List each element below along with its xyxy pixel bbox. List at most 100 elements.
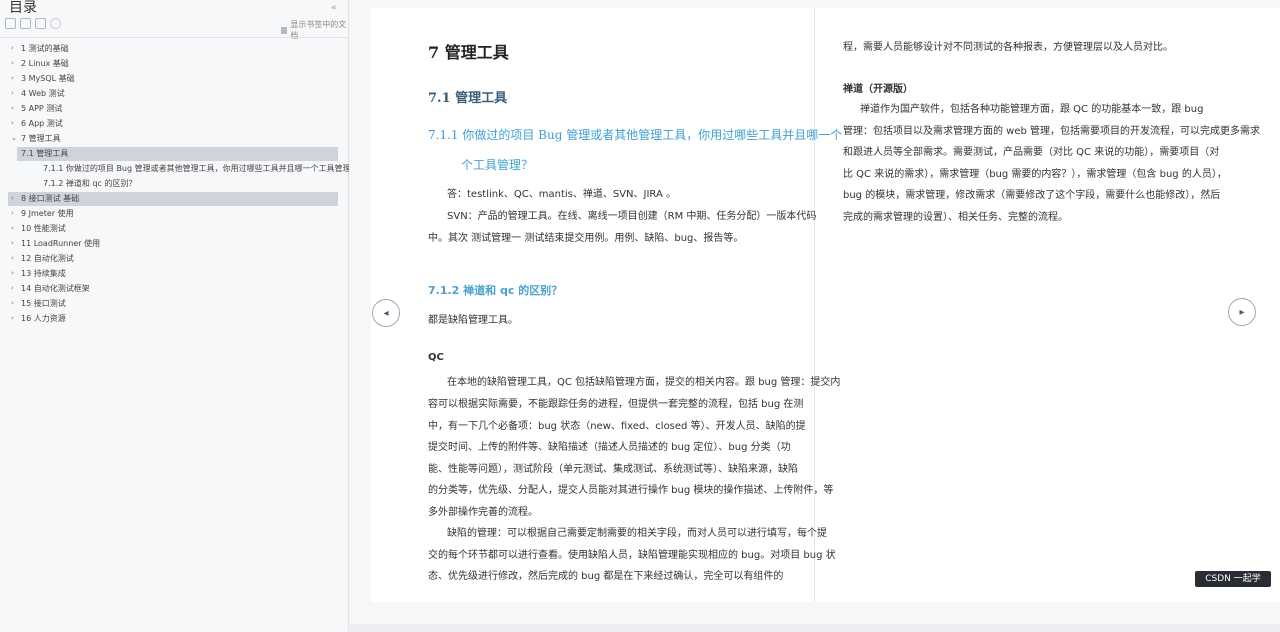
- app-window: 目录 « 显示书签中的文档 › 1 测试的基础 › 2 Linux 基础 › 3 My…: [0, 0, 1280, 632]
- chevron-right-icon[interactable]: ›: [11, 101, 14, 116]
- paragraph-line: 中，有一下几个必备项：bug 状态（new、fixed、closed 等）、开发…: [428, 421, 806, 432]
- toc-item[interactable]: › 12 自动化测试: [0, 251, 349, 266]
- chevron-right-icon[interactable]: ›: [11, 41, 14, 56]
- collapse-all-icon[interactable]: [20, 18, 31, 29]
- chevron-right-icon[interactable]: ›: [11, 56, 14, 71]
- paragraph-line: 容可以根据实际需要，不能跟踪任务的进程，但提供一套完整的流程，包括 bug 在测: [428, 399, 804, 410]
- toc-toolbar: [5, 18, 61, 32]
- settings-icon[interactable]: [50, 18, 61, 29]
- paragraph-line: 交的每个环节都可以进行查看。使用缺陷人员，缺陷管理能实现相应的 bug。对项目 …: [428, 550, 836, 561]
- toc-item[interactable]: › 4 Web 测试: [0, 86, 349, 101]
- toc-item-selected[interactable]: › 8 接口测试 基础: [0, 191, 349, 206]
- toc-item-label: 13 持续集成: [21, 269, 66, 278]
- toc-item-label: 7.1.2 禅道和 qc 的区别？: [43, 179, 137, 188]
- toc-item[interactable]: › 10 性能测试: [0, 221, 349, 236]
- question-heading-line1: 7.1.1 你做过的项目 Bug 管理或者其他管理工具，你用过哪些工具并且哪一个: [428, 128, 843, 142]
- toc-sidebar: 目录 « 显示书签中的文档 › 1 测试的基础 › 2 Linux 基础 › 3 My…: [0, 0, 349, 632]
- paragraph-line: 缺陷的管理：可以根据自己需要定制需要的相关字段，而对人员可以进行填写，每个提: [447, 528, 827, 539]
- chevron-right-icon[interactable]: ›: [11, 281, 14, 296]
- toc-item-label: 6 App 测试: [21, 119, 63, 128]
- chevron-right-icon[interactable]: ›: [11, 266, 14, 281]
- bookmark-icon[interactable]: [35, 18, 46, 29]
- answer-text: 答：testlink、QC、mantis、禅道、SVN、JIRA 。: [447, 189, 676, 200]
- document-page-right: [815, 8, 1280, 602]
- toc-item-label: 8 接口测试 基础: [21, 194, 80, 203]
- paragraph-line: 程，需要人员能够设计对不同测试的各种报表，方便管理层以及人员对比。: [843, 42, 1173, 53]
- toc-item[interactable]: › 9 Jmeter 使用: [0, 206, 349, 221]
- page-divider: [814, 8, 815, 602]
- toc-item[interactable]: › 2 Linux 基础: [0, 56, 349, 71]
- toc-item-label: 7.1 管理工具: [21, 149, 69, 158]
- toc-item-label: 7 管理工具: [21, 134, 61, 143]
- toc-item[interactable]: › 5 APP 测试: [0, 101, 349, 116]
- chevron-right-icon[interactable]: ›: [11, 236, 14, 251]
- answer-text: 中。其次 测试管理一 测试结束提交用例。用例、缺陷、bug、报告等。: [428, 233, 744, 244]
- paragraph-line: 态、优先级进行修改，然后完成的 bug 都是在下来经过确认，完全可以有组件的: [428, 571, 784, 582]
- toc-item[interactable]: › 6 App 测试: [0, 116, 349, 131]
- paragraph-line: 提交时间、上传的附件等、缺陷描述（描述人员描述的 bug 定位）、bug 分类（…: [428, 442, 791, 453]
- chevron-right-icon[interactable]: ›: [11, 191, 14, 206]
- paragraph-line: 多外部操作完善的流程。: [428, 507, 538, 518]
- paragraph-line: 管理：包括项目以及需求管理方面的 web 管理，包括需要项目的开发流程，可以完成…: [843, 126, 1261, 137]
- toc-item[interactable]: ⌄ 7 管理工具: [0, 131, 349, 146]
- toc-item-label: 12 自动化测试: [21, 254, 74, 263]
- bottom-scroll-area: [350, 624, 1280, 632]
- chevron-right-icon[interactable]: ›: [11, 251, 14, 266]
- toc-item[interactable]: › 13 持续集成: [0, 266, 349, 281]
- answer-text: SVN：产品的管理工具。在线、离线一项目创建（RM 中期、任务分配）一版本代码: [447, 211, 817, 222]
- toc-item-label: 10 性能测试: [21, 224, 66, 233]
- paragraph-line: 禅道作为国产软件，包括各种功能管理方面，跟 QC 的功能基本一致，跟 bug: [860, 104, 1204, 115]
- chevron-right-icon[interactable]: ›: [11, 296, 14, 311]
- toc-item[interactable]: 7.1.1 你做过的项目 Bug 管理或者其他管理工具，你用过哪些工具并且哪一个…: [0, 161, 349, 176]
- toc-item[interactable]: › 3 MySQL 基础: [0, 71, 349, 86]
- toc-item-label: 3 MySQL 基础: [21, 74, 75, 83]
- paragraph-line: 在本地的缺陷管理工具，QC 包括缺陷管理方面，提交的相关内容。跟 bug 管理：…: [447, 377, 841, 388]
- toc-item[interactable]: › 11 LoadRunner 使用: [0, 236, 349, 251]
- previous-page-button[interactable]: ◂: [372, 299, 400, 327]
- expand-all-icon[interactable]: [5, 18, 16, 29]
- watermark-logo: CSDN 一起学: [1195, 571, 1271, 587]
- chevron-right-icon[interactable]: ›: [11, 86, 14, 101]
- subheading-zentao: 禅道（开源版）: [843, 84, 913, 95]
- toc-item-label: 7.1.1 你做过的项目 Bug 管理或者其他管理工具，你用过哪些工具并且哪一个…: [43, 164, 349, 173]
- chevron-right-icon[interactable]: ›: [11, 116, 14, 131]
- chevron-right-icon[interactable]: ›: [11, 206, 14, 221]
- bookmark-filter-icon: [281, 26, 288, 34]
- toc-title: 目录: [9, 0, 37, 16]
- collapse-sidebar-icon[interactable]: «: [331, 3, 337, 13]
- question-heading-line2: 个工具管理？: [461, 158, 534, 172]
- subheading-qc: QC: [428, 352, 444, 363]
- question-heading: 7.1.2 禅道和 qc 的区别？: [428, 284, 563, 297]
- chevron-left-icon: ◂: [383, 307, 389, 319]
- toc-item-label: 9 Jmeter 使用: [21, 209, 74, 218]
- toc-item-selected[interactable]: 7.1 管理工具: [0, 146, 349, 161]
- chevron-down-icon[interactable]: ⌄: [11, 131, 17, 146]
- toc-item[interactable]: › 14 自动化测试框架: [0, 281, 349, 296]
- chevron-right-icon[interactable]: ›: [11, 71, 14, 86]
- toc-item-label: 5 APP 测试: [21, 104, 63, 113]
- toc-item-label: 14 自动化测试框架: [21, 284, 90, 293]
- toc-list: › 1 测试的基础 › 2 Linux 基础 › 3 MySQL 基础 › 4 Web …: [0, 41, 349, 326]
- toc-item[interactable]: › 15 接口测试: [0, 296, 349, 311]
- chevron-right-icon: ▸: [1239, 306, 1245, 318]
- paragraph-line: 的分类等，优先级、分配人，提交人员能对其进行操作 bug 模块的操作描述、上传附…: [428, 485, 834, 496]
- paragraph-line: 能、性能等问题），测试阶段（单元测试、集成测试、系统测试等）、缺陷来源，缺陷: [428, 464, 798, 475]
- toc-item[interactable]: › 1 测试的基础: [0, 41, 349, 56]
- paragraph-line: 和跟进人员等全部需求。需要测试，产品需要（对比 QC 来说的功能），需要项目（对: [843, 147, 1220, 158]
- toc-item[interactable]: › 16 人力资源: [0, 311, 349, 326]
- toc-item-label: 1 测试的基础: [21, 44, 69, 53]
- toc-item-label: 4 Web 测试: [21, 89, 65, 98]
- chevron-right-icon[interactable]: ›: [11, 221, 14, 236]
- toc-item-label: 16 人力资源: [21, 314, 66, 323]
- chapter-heading: 7 管理工具: [428, 43, 509, 62]
- answer-text: 都是缺陷管理工具。: [428, 315, 518, 326]
- next-page-button[interactable]: ▸: [1228, 298, 1256, 326]
- toc-item[interactable]: 7.1.2 禅道和 qc 的区别？: [0, 176, 349, 191]
- paragraph-line: bug 的模块，需求管理，修改需求（需要修改了这个字段，需要什么也能修改），然后: [843, 190, 1221, 201]
- section-heading: 7.1 管理工具: [428, 91, 508, 106]
- toc-item-label: 2 Linux 基础: [21, 59, 69, 68]
- paragraph-line: 比 QC 来说的需求），需求管理（bug 需要的内容？），需求管理（包含 bug…: [843, 169, 1227, 180]
- paragraph-line: 完成的需求管理的设置）、相关任务、完整的流程。: [843, 212, 1068, 223]
- toc-item-label: 11 LoadRunner 使用: [21, 239, 101, 248]
- chevron-right-icon[interactable]: ›: [11, 311, 14, 326]
